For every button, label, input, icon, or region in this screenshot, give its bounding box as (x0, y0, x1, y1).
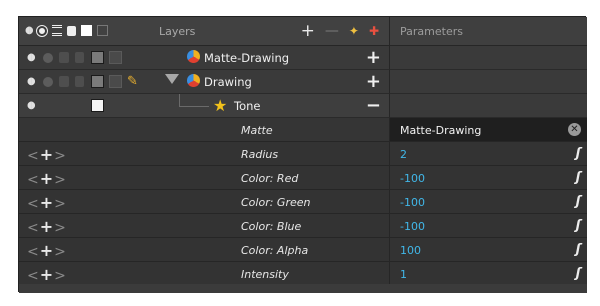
param-value[interactable]: 100 (400, 244, 421, 257)
parameters-title: Parameters (400, 25, 463, 38)
panel-bottom-filler (19, 284, 587, 293)
layer-color-swatch[interactable] (91, 75, 104, 88)
add-peg-icon[interactable]: ✦ (349, 24, 359, 38)
eye-icon[interactable] (43, 53, 53, 63)
collapse-triangle-icon[interactable] (165, 74, 179, 84)
param-value[interactable]: 1 (400, 268, 407, 281)
color-swatch-icon[interactable] (80, 25, 92, 36)
param-label: Color: Blue (241, 220, 302, 233)
param-label: Intensity (241, 268, 289, 281)
param-label: Color: Alpha (241, 244, 309, 257)
clear-icon[interactable]: ✕ (568, 123, 581, 136)
param-value[interactable]: -100 (400, 172, 425, 185)
add-button[interactable]: + (366, 71, 381, 92)
drawing-layer-icon (187, 74, 200, 87)
empty-cell (389, 94, 587, 118)
glasses-icon[interactable]: ◖◗ (27, 52, 35, 63)
lock-icon[interactable] (66, 25, 76, 36)
keyframe-nav[interactable]: <+> (27, 193, 66, 212)
layer-name[interactable]: Matte-Drawing (204, 51, 289, 65)
frame-icon (109, 75, 122, 88)
empty-cell (389, 46, 587, 70)
keyframe-nav[interactable]: <+> (27, 217, 66, 236)
param-label: Color: Green (241, 196, 311, 209)
drawing-layer-icon (187, 50, 200, 63)
param-value[interactable]: -100 (400, 196, 425, 209)
tree-connector (179, 94, 180, 106)
timeline-panel: ◖◗ Layers + — ✦ ✚ ◖◗ Matte-Drawing + ◖◗ … (18, 16, 587, 293)
glasses-icon[interactable]: ◖◗ (27, 100, 35, 111)
function-curve-icon[interactable]: ʃ (576, 170, 581, 185)
stack-icon[interactable] (51, 25, 62, 36)
keyframe-nav[interactable]: <+> (27, 265, 66, 284)
layer-name[interactable]: Tone (234, 99, 260, 113)
stack-icon[interactable] (59, 76, 69, 87)
layer-color-swatch[interactable] (91, 99, 104, 112)
layer-color-swatch[interactable] (91, 51, 104, 64)
effect-icon[interactable]: ✚ (369, 24, 379, 38)
keyframe-nav[interactable]: <+> (27, 241, 66, 260)
collapse-button[interactable]: − (366, 95, 381, 116)
color-blue-field[interactable]: -100 ʃ (389, 214, 587, 238)
radius-field[interactable]: 2 ʃ (389, 142, 587, 166)
param-row-color-blue: <+> Color: Blue (19, 214, 389, 238)
layer-row-matte-drawing[interactable]: ◖◗ Matte-Drawing + (19, 46, 389, 70)
frame-icon (109, 51, 122, 64)
function-curve-icon[interactable]: ʃ (576, 146, 581, 161)
empty-cell (389, 70, 587, 94)
lock-icon[interactable] (75, 52, 84, 63)
add-button[interactable]: + (366, 47, 381, 68)
param-row-radius: <+> Radius (19, 142, 389, 166)
layers-toolbar: + — ✦ ✚ (301, 21, 379, 41)
matte-dropdown[interactable]: Matte-Drawing ✕ (389, 118, 587, 142)
layers-header: ◖◗ Layers + — ✦ ✚ (19, 17, 389, 46)
matte-value: Matte-Drawing (400, 124, 482, 137)
function-curve-icon[interactable]: ʃ (576, 266, 581, 281)
intensity-field[interactable]: 1 ʃ (389, 262, 587, 286)
function-curve-icon[interactable]: ʃ (576, 242, 581, 257)
stack-icon[interactable] (59, 52, 69, 63)
add-layer-icon[interactable]: + (301, 21, 315, 41)
eye-icon[interactable] (36, 25, 47, 36)
glasses-icon[interactable]: ◖◗ (25, 25, 33, 36)
keyframe-nav[interactable]: <+> (27, 169, 66, 188)
frame-icon[interactable] (96, 25, 108, 36)
color-alpha-field[interactable]: 100 ʃ (389, 238, 587, 262)
layer-header-icons: ◖◗ (25, 25, 108, 36)
param-row-intensity: <+> Intensity (19, 262, 389, 286)
param-label: Matte (241, 124, 273, 137)
param-row-color-green: <+> Color: Green (19, 190, 389, 214)
color-green-field[interactable]: -100 ʃ (389, 190, 587, 214)
layer-row-tone[interactable]: ◖◗ ★ Tone − (19, 94, 389, 118)
parameters-column: Parameters Matte-Drawing ✕ 2 ʃ -100 ʃ -1… (389, 17, 587, 286)
tree-connector (179, 106, 209, 107)
param-row-color-alpha: <+> Color: Alpha (19, 238, 389, 262)
layer-name[interactable]: Drawing (204, 75, 252, 89)
param-label: Color: Red (241, 172, 299, 185)
layers-title: Layers (159, 25, 196, 38)
effect-star-icon: ★ (213, 96, 228, 115)
param-value[interactable]: 2 (400, 148, 407, 161)
param-row-matte: Matte (19, 118, 389, 142)
keyframe-nav[interactable]: <+> (27, 145, 66, 164)
pencil-icon: ✎ (127, 74, 138, 89)
parameters-header: Parameters (389, 17, 587, 46)
param-label: Radius (241, 148, 279, 161)
glasses-icon[interactable]: ◖◗ (27, 76, 35, 87)
eye-icon[interactable] (43, 77, 53, 87)
color-red-field[interactable]: -100 ʃ (389, 166, 587, 190)
param-row-color-red: <+> Color: Red (19, 166, 389, 190)
function-curve-icon[interactable]: ʃ (576, 194, 581, 209)
lock-icon[interactable] (75, 76, 84, 87)
layers-column: ◖◗ Layers + — ✦ ✚ ◖◗ Matte-Drawing + ◖◗ … (19, 17, 389, 286)
param-value[interactable]: -100 (400, 220, 425, 233)
function-curve-icon[interactable]: ʃ (576, 218, 581, 233)
layer-row-drawing[interactable]: ◖◗ ✎ Drawing + (19, 70, 389, 94)
remove-layer-icon[interactable]: — (325, 23, 339, 39)
